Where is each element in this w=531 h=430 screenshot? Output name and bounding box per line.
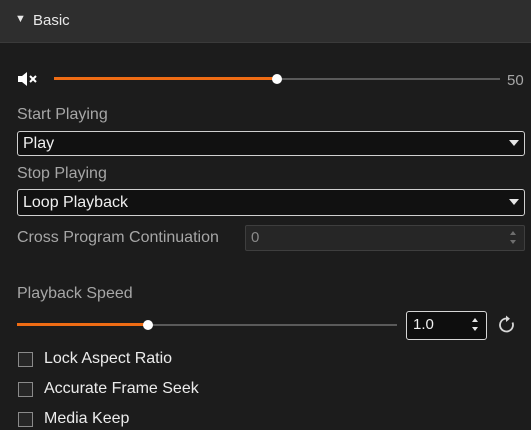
spin-arrows-icon[interactable]: [510, 230, 518, 246]
section-header-basic[interactable]: ▼ Basic: [0, 0, 531, 43]
lock-aspect-ratio-label: Lock Aspect Ratio: [44, 350, 173, 367]
playback-speed-input[interactable]: 1.0: [406, 311, 487, 340]
playback-speed-thumb[interactable]: [143, 320, 153, 330]
playback-speed-fill: [17, 323, 148, 326]
playback-speed-label: Playback Speed: [17, 285, 133, 302]
start-playing-value: Play: [23, 135, 55, 152]
media-keep-checkbox[interactable]: [18, 412, 33, 427]
collapse-caret-icon: ▼: [15, 13, 26, 25]
section-title: Basic: [33, 12, 70, 29]
media-keep-label: Media Keep: [44, 410, 130, 427]
volume-value: 50: [507, 72, 524, 89]
accurate-frame-seek-label: Accurate Frame Seek: [44, 380, 199, 397]
start-playing-select[interactable]: Play: [17, 131, 525, 156]
stop-playing-value: Loop Playback: [23, 194, 128, 211]
volume-slider[interactable]: [54, 70, 500, 88]
volume-slider-thumb[interactable]: [272, 74, 282, 84]
cross-program-value: 0: [251, 229, 260, 246]
reset-icon[interactable]: [497, 315, 517, 335]
accurate-frame-seek-checkbox[interactable]: [18, 382, 33, 397]
stop-playing-select[interactable]: Loop Playback: [17, 189, 525, 216]
mute-toggle-icon[interactable]: [17, 71, 41, 87]
chevron-down-icon: [509, 140, 519, 146]
cross-program-spinbox[interactable]: 0: [245, 225, 525, 251]
start-playing-label: Start Playing: [17, 106, 108, 123]
playback-speed-slider[interactable]: [17, 316, 397, 334]
playback-speed-value: 1.0: [413, 316, 434, 333]
lock-aspect-ratio-checkbox[interactable]: [18, 352, 33, 367]
volume-slider-fill: [54, 77, 277, 80]
cross-program-label: Cross Program Continuation: [17, 229, 219, 246]
spin-arrows-icon[interactable]: [472, 317, 480, 333]
stop-playing-label: Stop Playing: [17, 165, 107, 182]
chevron-down-icon: [509, 199, 519, 205]
